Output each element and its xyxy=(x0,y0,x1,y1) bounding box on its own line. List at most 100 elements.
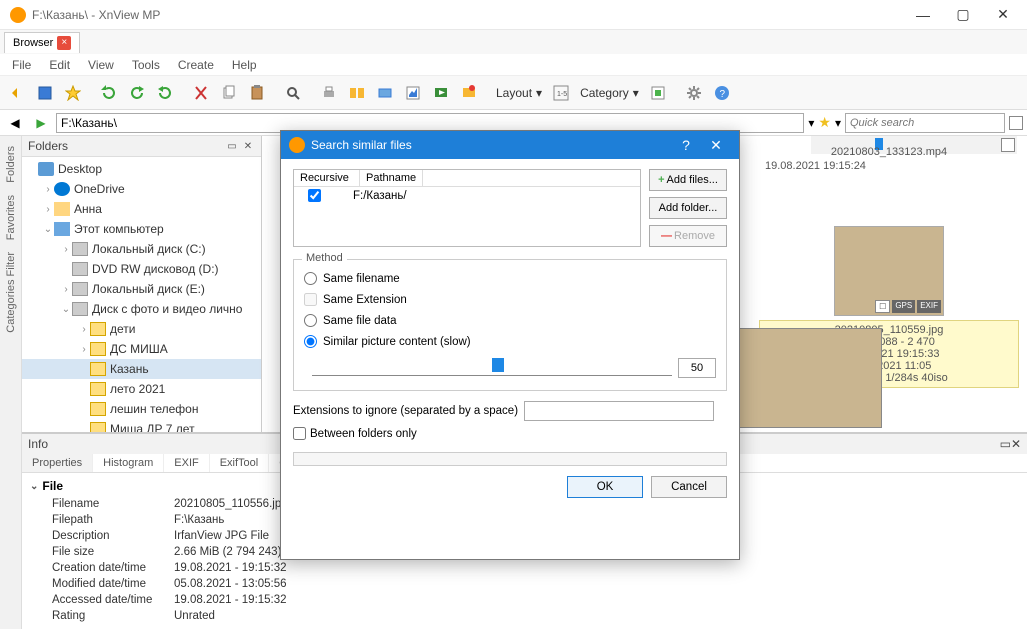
category-dropdown[interactable]: Category▾ xyxy=(576,86,643,100)
add-files-button[interactable]: +Add files... xyxy=(649,169,727,191)
maximize-button[interactable]: ▢ xyxy=(943,1,983,29)
slideshow-icon[interactable] xyxy=(428,80,454,106)
tree-item-diske[interactable]: ›Локальный диск (E:) xyxy=(22,279,261,299)
close-button[interactable]: ✕ xyxy=(983,1,1023,29)
checkbox-icon: ☐ xyxy=(875,300,890,313)
similarity-slider[interactable] xyxy=(312,360,672,376)
tree-item-diskc[interactable]: ›Локальный диск (C:) xyxy=(22,239,261,259)
file-date: 19.08.2021 19:15:24 xyxy=(759,160,1019,172)
panel-float-icon[interactable]: ▭ xyxy=(225,139,239,153)
column-pathname[interactable]: Pathname xyxy=(360,170,423,186)
slider-thumb[interactable] xyxy=(492,358,504,372)
tab-properties[interactable]: Properties xyxy=(22,454,93,472)
folder-tree[interactable]: Desktop ›OneDrive ›Анна ⌄Этот компьютер … xyxy=(22,157,261,432)
tree-item-folder[interactable]: ›дети xyxy=(22,319,261,339)
tab-exif[interactable]: EXIF xyxy=(164,454,209,472)
help-icon[interactable]: ? xyxy=(671,137,701,153)
menu-tools[interactable]: Tools xyxy=(124,56,168,74)
batch-icon[interactable] xyxy=(456,80,482,106)
panel-title: Folders xyxy=(28,139,68,153)
app-icon xyxy=(10,7,26,23)
radio-same-filename[interactable]: Same filename xyxy=(304,268,716,289)
add-folder-button[interactable]: Add folder... xyxy=(649,197,727,219)
tree-item-folder[interactable]: ›ДС МИША xyxy=(22,339,261,359)
layout1-icon[interactable]: 1-5 xyxy=(548,80,574,106)
tree-item-folder[interactable]: Миша ДР 7 лет xyxy=(22,419,261,432)
layout-dropdown[interactable]: Layout▾ xyxy=(492,86,546,100)
document-tabs: Browser × xyxy=(0,30,1027,54)
dialog-titlebar[interactable]: Search similar files ? ✕ xyxy=(281,131,739,159)
minimize-button[interactable]: — xyxy=(903,1,943,29)
tree-item-diskphoto[interactable]: ⌄Диск с фото и видео лично xyxy=(22,299,261,319)
menu-edit[interactable]: Edit xyxy=(41,56,78,74)
ok-button[interactable]: OK xyxy=(567,476,643,498)
nav-back-icon[interactable]: ◀ xyxy=(4,112,26,134)
settings-icon[interactable] xyxy=(681,80,707,106)
menu-help[interactable]: Help xyxy=(224,56,265,74)
tag-icon[interactable] xyxy=(645,80,671,106)
tree-item-folder[interactable]: лето 2021 xyxy=(22,379,261,399)
checkbox-same-extension[interactable]: Same Extension xyxy=(304,289,716,310)
sidetab-categories-filter[interactable]: Categories Filter xyxy=(3,246,19,339)
tab-close-icon[interactable]: × xyxy=(57,36,71,50)
tree-item-dvd[interactable]: DVD RW дисковод (D:) xyxy=(22,259,261,279)
panel-close-icon[interactable]: ✕ xyxy=(241,139,255,153)
sidetab-favorites[interactable]: Favorites xyxy=(3,189,19,246)
copy-icon[interactable] xyxy=(216,80,242,106)
dropdown-icon[interactable]: ▾ xyxy=(808,116,814,130)
nav-forward-icon[interactable]: ▶ xyxy=(30,112,52,134)
favorite-icon[interactable] xyxy=(60,80,86,106)
menu-view[interactable]: View xyxy=(80,56,122,74)
print-icon[interactable] xyxy=(316,80,342,106)
chevron-down-icon: ▾ xyxy=(835,116,841,130)
tab-browser[interactable]: Browser × xyxy=(4,32,80,53)
rotate-cw-icon[interactable] xyxy=(152,80,178,106)
sidebar-tabs: Folders Favorites Categories Filter xyxy=(0,136,22,629)
bookmark-icon[interactable]: ★ xyxy=(818,114,831,131)
tree-item-onedrive[interactable]: ›OneDrive xyxy=(22,179,261,199)
menu-file[interactable]: File xyxy=(4,56,39,74)
tab-histogram[interactable]: Histogram xyxy=(93,454,164,472)
tree-item-user[interactable]: ›Анна xyxy=(22,199,261,219)
tree-item-folder[interactable]: лешин телефон xyxy=(22,399,261,419)
search-similar-dialog: Search similar files ? ✕ Recursive Pathn… xyxy=(280,130,740,560)
search-icon[interactable] xyxy=(280,80,306,106)
between-folders-checkbox[interactable]: Between folders only xyxy=(293,427,727,440)
tree-item-desktop[interactable]: Desktop xyxy=(22,159,261,179)
radio-similar-picture[interactable]: Similar picture content (slow) xyxy=(304,331,716,352)
exif-badge: EXIF xyxy=(917,300,941,313)
radio-same-filedata[interactable]: Same file data xyxy=(304,310,716,331)
back-icon[interactable] xyxy=(4,80,30,106)
path-cell: F:/Казань/ xyxy=(353,190,407,202)
svg-text:?: ? xyxy=(719,89,725,100)
similarity-value[interactable] xyxy=(678,358,716,378)
fullscreen-icon[interactable] xyxy=(32,80,58,106)
refresh-icon[interactable] xyxy=(96,80,122,106)
thumbnail[interactable]: ☐ GPS EXIF xyxy=(834,226,944,316)
tab-exiftool[interactable]: ExifTool xyxy=(210,454,270,472)
help-icon[interactable]: ? xyxy=(709,80,735,106)
convert-icon[interactable] xyxy=(372,80,398,106)
sidetab-folders[interactable]: Folders xyxy=(3,140,19,189)
panel-float-icon[interactable]: ▭ xyxy=(1000,437,1011,451)
recursive-checkbox[interactable] xyxy=(308,189,321,202)
svg-text:1-5: 1-5 xyxy=(557,91,567,98)
table-row[interactable]: F:/Казань/ xyxy=(294,187,640,204)
view-toggle-icon[interactable] xyxy=(1009,116,1023,130)
compare-icon[interactable] xyxy=(344,80,370,106)
paste-icon[interactable] xyxy=(244,80,270,106)
cut-icon[interactable] xyxy=(188,80,214,106)
column-recursive[interactable]: Recursive xyxy=(294,170,360,186)
rotate-ccw-icon[interactable] xyxy=(124,80,150,106)
info-title: Info xyxy=(28,437,48,451)
export-icon[interactable] xyxy=(400,80,426,106)
panel-close-icon[interactable]: ✕ xyxy=(1011,437,1021,451)
tree-item-kazan[interactable]: Казань xyxy=(22,359,261,379)
close-icon[interactable]: ✕ xyxy=(701,137,731,154)
menu-create[interactable]: Create xyxy=(170,56,222,74)
remove-button[interactable]: —Remove xyxy=(649,225,727,247)
quick-search-input[interactable] xyxy=(845,113,1005,133)
tree-item-thispc[interactable]: ⌄Этот компьютер xyxy=(22,219,261,239)
extensions-input[interactable] xyxy=(524,401,714,421)
cancel-button[interactable]: Cancel xyxy=(651,476,727,498)
